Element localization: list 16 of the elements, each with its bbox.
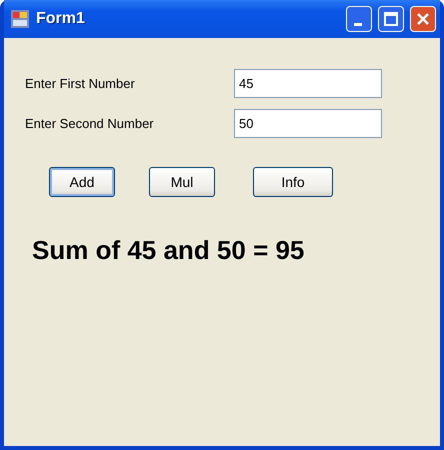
- close-button[interactable]: [410, 6, 436, 32]
- field-label: Enter First Number: [25, 76, 136, 90]
- window-title: Form1: [36, 10, 86, 28]
- action-button[interactable]: Add: [49, 167, 115, 197]
- result-text: Sum of 45 and 50 = 95: [32, 235, 306, 266]
- minimize-icon: [354, 22, 362, 26]
- maximize-icon: [384, 12, 398, 26]
- minimize-button[interactable]: [346, 6, 372, 32]
- field-label: Enter Second Number: [25, 116, 155, 130]
- number-field[interactable]: 50: [234, 108, 382, 138]
- number-field[interactable]: 45: [234, 68, 382, 98]
- close-icon: [416, 12, 430, 26]
- maximize-button[interactable]: [378, 6, 404, 32]
- action-button[interactable]: Info: [253, 167, 333, 197]
- app-icon: [10, 9, 30, 29]
- action-button[interactable]: Mul: [149, 167, 215, 197]
